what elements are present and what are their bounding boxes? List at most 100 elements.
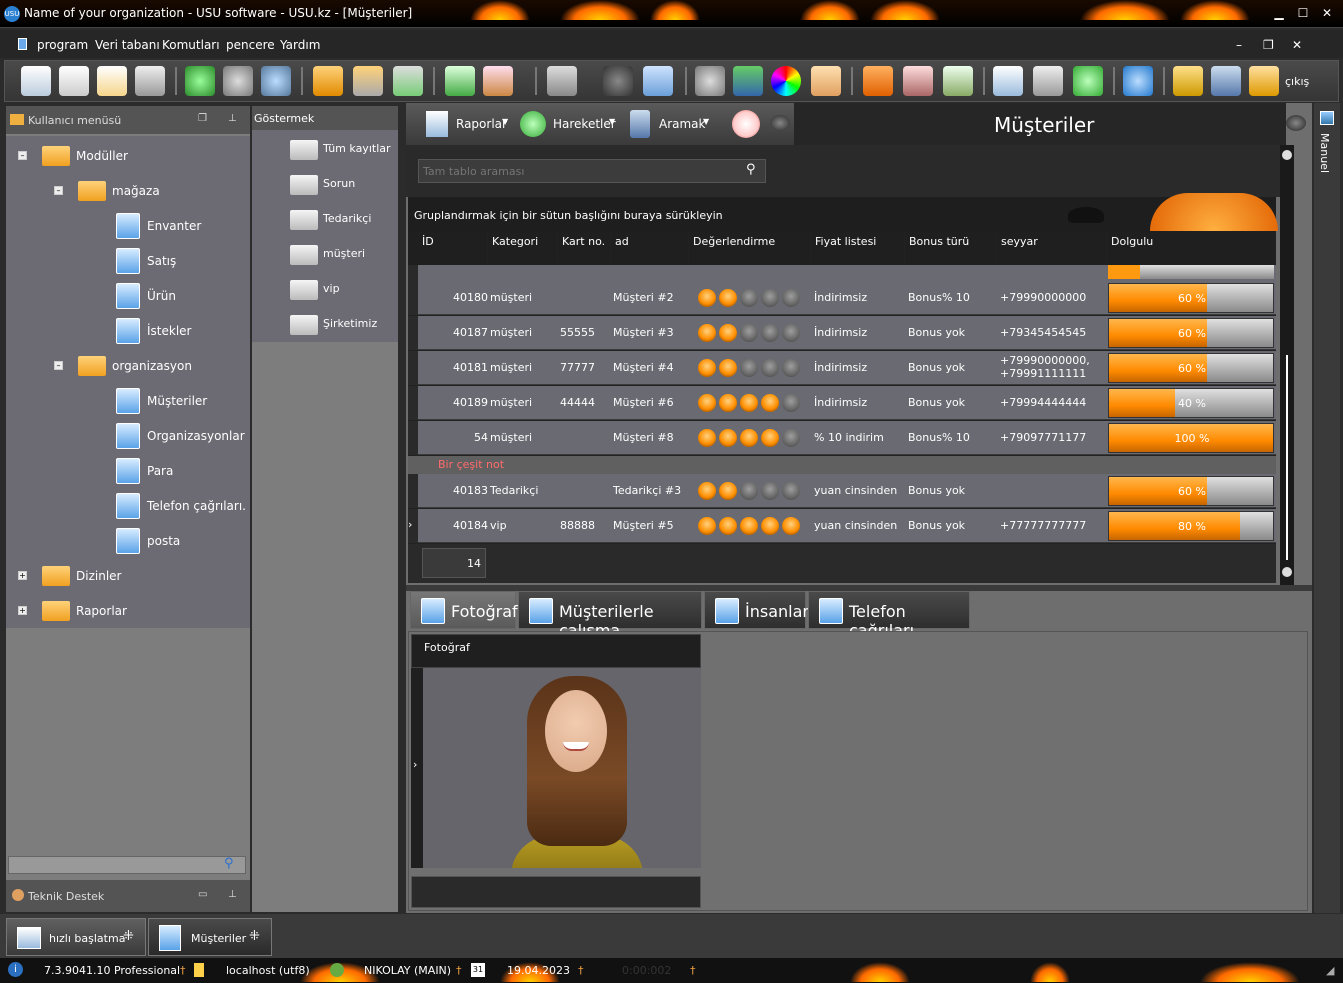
reports-dropdown[interactable]: Raporlar: [456, 117, 507, 131]
filter-problem[interactable]: Sorun: [323, 177, 355, 190]
menu-program[interactable]: program: [37, 38, 88, 52]
rating-skull-icon[interactable]: [719, 482, 737, 500]
tree-item-requests[interactable]: İstekler: [147, 324, 191, 338]
rating-skull-icon[interactable]: [719, 289, 737, 307]
tree-item-inventory[interactable]: Envanter: [147, 219, 201, 233]
float-panel-icon[interactable]: ❐: [198, 113, 207, 124]
table-row[interactable]: 40183 Tedarikçi Tedarikçi #3 yuan cinsinden…: [408, 474, 1276, 508]
column-header-name[interactable]: ad: [611, 231, 689, 263]
refresh-icon[interactable]: [185, 66, 215, 96]
filter-our-company[interactable]: Şirketimiz: [323, 317, 377, 330]
table-row[interactable]: › 40184 vip 88888 Müşteri #5 yuan cinsinden Bo…: [408, 509, 1276, 543]
rating-skull-icon[interactable]: [740, 482, 758, 500]
search-dropdown[interactable]: Aramak: [659, 117, 706, 131]
manual-tab[interactable]: Manuel: [1318, 133, 1331, 173]
plug-icon[interactable]: [1211, 66, 1241, 96]
rating-skull-icon[interactable]: [698, 324, 716, 342]
rating-skull-icon[interactable]: [698, 429, 716, 447]
columns-icon[interactable]: [547, 66, 577, 96]
info-icon[interactable]: i: [8, 962, 23, 977]
tree-item-customers[interactable]: Müşteriler: [147, 394, 207, 408]
tree-item-money[interactable]: Para: [147, 464, 173, 478]
mdi-close-icon[interactable]: ✕: [1292, 38, 1302, 52]
rating-skull-icon[interactable]: [740, 394, 758, 412]
rating-skull-icon[interactable]: [740, 289, 758, 307]
rating-skull-icon[interactable]: [782, 359, 800, 377]
tree-item-reports[interactable]: Raporlar: [76, 604, 127, 618]
menu-database[interactable]: Veri tabanı: [95, 38, 160, 52]
customers-window-button[interactable]: Müşteriler ⁜: [148, 918, 272, 956]
row-indicator[interactable]: [408, 421, 418, 455]
exit-icon[interactable]: [1249, 66, 1279, 96]
row-indicator[interactable]: ›: [408, 509, 418, 543]
rss-icon[interactable]: [863, 66, 893, 96]
filter-vip[interactable]: vip: [323, 282, 340, 295]
manual-icon[interactable]: [1320, 111, 1334, 125]
tree-item-phone-calls[interactable]: Telefon çağrıları.: [147, 499, 246, 513]
search-icon[interactable]: [223, 66, 253, 96]
quick-start-button[interactable]: hızlı başlatma ⁜: [6, 918, 146, 956]
group-panel[interactable]: Gruplandırmak için bir sütun başlığını b…: [408, 193, 1278, 231]
resize-grip-icon[interactable]: ◢: [1326, 964, 1334, 977]
column-header-price-list[interactable]: Fiyat listesi: [811, 231, 905, 263]
filter-clear-icon[interactable]: [393, 66, 423, 96]
hand-icon[interactable]: [811, 66, 841, 96]
expand-icon[interactable]: +: [18, 571, 27, 580]
tree-item-product[interactable]: Ürün: [147, 289, 176, 303]
maximize-icon[interactable]: ☐: [1296, 6, 1310, 20]
column-header-rating[interactable]: Değerlendirme: [689, 231, 811, 263]
rating-skull-icon[interactable]: [698, 482, 716, 500]
search-icon[interactable]: ⚲: [746, 162, 756, 177]
expand-icon[interactable]: +: [18, 606, 27, 615]
tab-photo[interactable]: Fotoğraf: [410, 591, 518, 629]
rating-skull-icon[interactable]: [761, 482, 779, 500]
tab-customer-work[interactable]: Müşterilerle çalışma: [518, 591, 702, 640]
rating-skull-icon[interactable]: [761, 429, 779, 447]
row-indicator[interactable]: [408, 316, 418, 350]
table-row[interactable]: 40187 müşteri 55555 Müşteri #3 İndirimsiz Bon…: [408, 316, 1276, 350]
rating-skull-icon[interactable]: [761, 359, 779, 377]
column-header-bonus[interactable]: Bonus türü: [905, 231, 997, 263]
rating-skull-icon[interactable]: [740, 429, 758, 447]
tree-item-modules[interactable]: Modüller: [76, 149, 128, 163]
tab-phone-calls[interactable]: Telefon çağrıları: [808, 591, 970, 640]
actions-dropdown[interactable]: Hareketler: [553, 117, 616, 131]
menu-commands[interactable]: Komutları: [162, 38, 220, 52]
mdi-minimize-icon[interactable]: –: [1236, 38, 1242, 52]
rating-skull-icon[interactable]: [782, 324, 800, 342]
rating-skull-icon[interactable]: [740, 517, 758, 535]
table-row[interactable]: 40189 müşteri 44444 Müşteri #6 İndirimsiz Bon…: [408, 386, 1276, 420]
lock-icon[interactable]: [1173, 66, 1203, 96]
rating-skull-icon[interactable]: [740, 324, 758, 342]
sort-icon[interactable]: [353, 66, 383, 96]
rating-skull-icon[interactable]: [698, 289, 716, 307]
rating-skull-icon[interactable]: [782, 517, 800, 535]
rating-skull-icon[interactable]: [761, 289, 779, 307]
picture-icon[interactable]: [483, 66, 513, 96]
exit-button[interactable]: çıkış: [1285, 75, 1309, 88]
column-header-category[interactable]: Kategori: [488, 231, 558, 263]
grid-icon[interactable]: [643, 66, 673, 96]
rating-skull-icon[interactable]: [719, 359, 737, 377]
edit-icon[interactable]: [97, 66, 127, 96]
flag-icon[interactable]: [445, 66, 475, 96]
rating-skull-icon[interactable]: [782, 289, 800, 307]
rating-skull-icon[interactable]: [782, 394, 800, 412]
collapse-icon[interactable]: –: [54, 361, 63, 370]
support-title[interactable]: Teknik Destek: [28, 890, 104, 903]
tree-item-organizations[interactable]: Organizasyonlar: [147, 429, 245, 443]
close-tab-icon[interactable]: ⁜: [123, 929, 134, 944]
tree-item-directories[interactable]: Dizinler: [76, 569, 121, 583]
table-row[interactable]: 54 müşteri Müşteri #8 % 10 indirim Bonus% 10…: [408, 421, 1276, 455]
rating-skull-icon[interactable]: [719, 324, 737, 342]
rating-skull-icon[interactable]: [761, 517, 779, 535]
table-row[interactable]: 40180 müşteri Müşteri #2 İndirimsiz Bonus% 1…: [408, 281, 1276, 315]
tree-item-sales[interactable]: Satış: [147, 254, 176, 268]
customer-photo[interactable]: [423, 668, 701, 868]
pin-icon[interactable]: ⊥: [228, 889, 237, 900]
rating-skull-icon[interactable]: [698, 394, 716, 412]
tab-people[interactable]: İnsanlar: [704, 591, 809, 629]
rating-skull-icon[interactable]: [761, 324, 779, 342]
column-header-card[interactable]: Kart no.: [558, 231, 611, 263]
scrollbar-thumb[interactable]: [1286, 355, 1288, 560]
